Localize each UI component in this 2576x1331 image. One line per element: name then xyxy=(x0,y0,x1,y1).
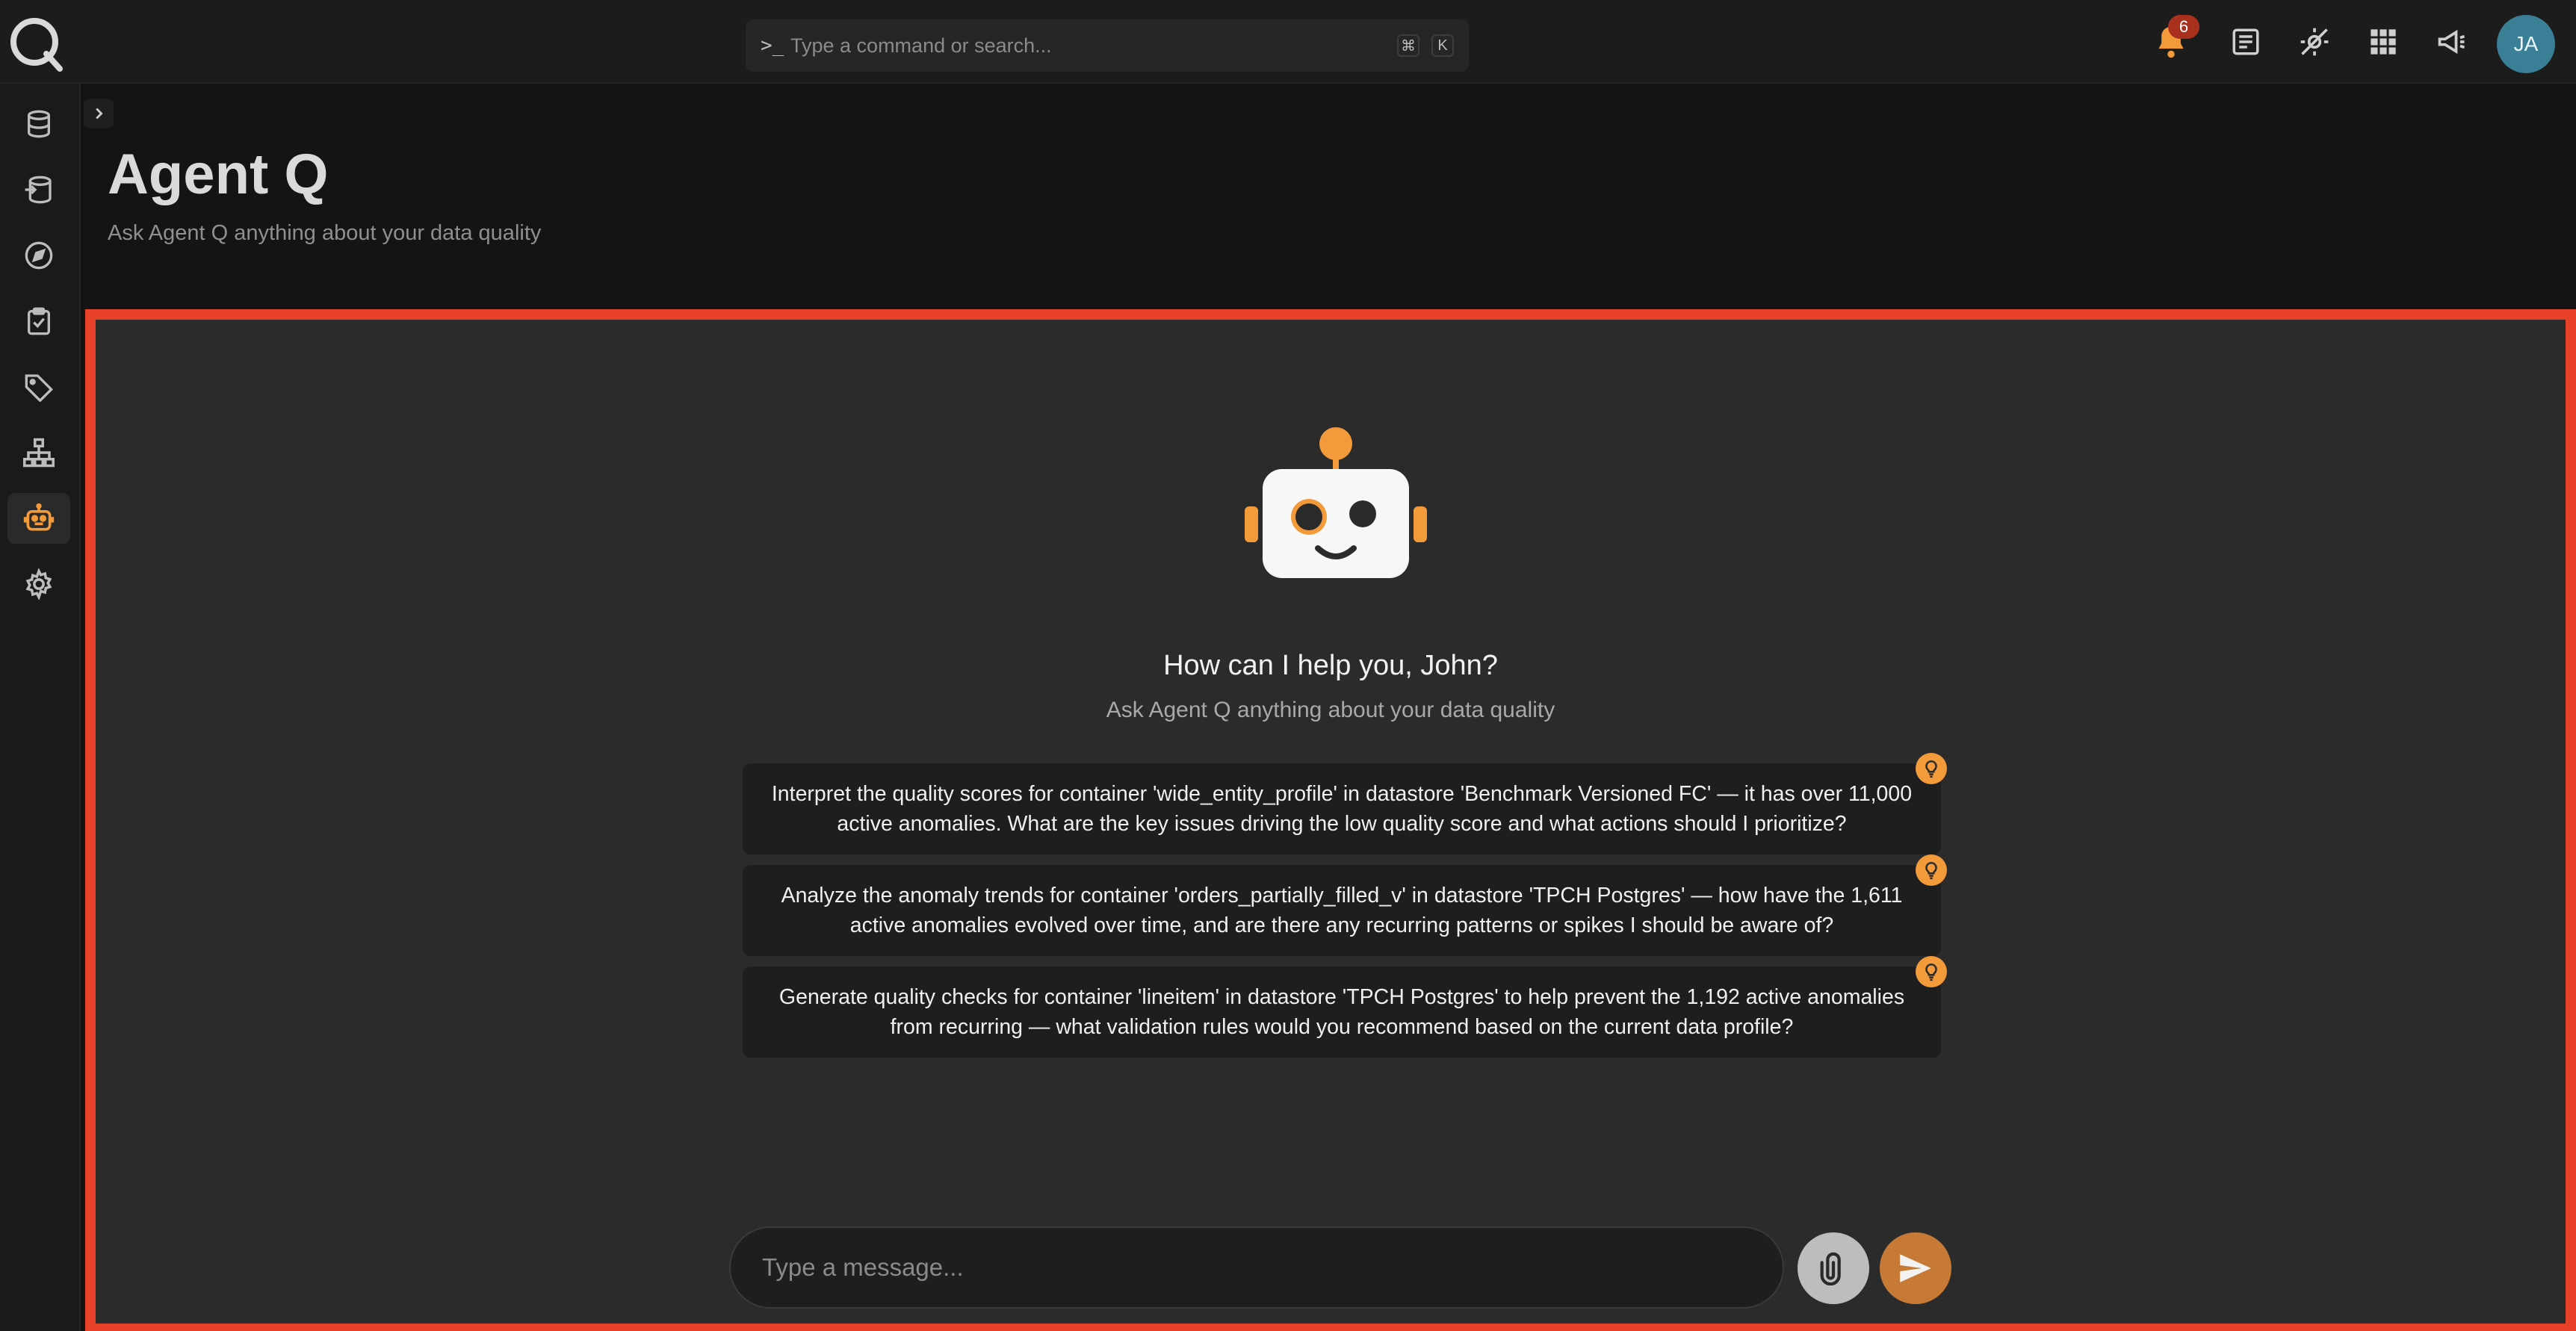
tag-icon xyxy=(25,374,54,402)
app-logo[interactable] xyxy=(7,15,64,72)
top-bar: >_ Type a command or search... ⌘ K 6 JA xyxy=(0,0,2576,84)
database-flow-icon xyxy=(25,176,52,204)
announcements-button[interactable] xyxy=(2431,21,2473,63)
hierarchy-icon xyxy=(23,438,55,468)
message-composer xyxy=(729,1226,1784,1309)
greeting-subtitle: Ask Agent Q anything about your data qua… xyxy=(1106,698,1555,722)
suggestion-card-3[interactable]: Generate quality checks for container 'l… xyxy=(743,956,1947,1058)
sun-off-icon xyxy=(2300,28,2329,56)
grid-icon xyxy=(2371,29,2396,55)
lightbulb-icon xyxy=(1916,956,1947,987)
suggestion-text-1: Interpret the quality scores for contain… xyxy=(771,782,1913,836)
user-avatar[interactable]: JA xyxy=(2497,15,2555,73)
greeting-heading: How can I help you, John? xyxy=(1163,650,1498,681)
lightbulb-icon xyxy=(1916,854,1947,886)
sidebar-item-agent-q[interactable] xyxy=(7,493,70,544)
search-placeholder: Type a command or search... xyxy=(790,34,1052,57)
sidebar-item-enrichment[interactable] xyxy=(7,164,70,215)
lightbulb-icon xyxy=(1916,753,1947,784)
expand-sidebar-button[interactable] xyxy=(84,99,114,128)
suggestion-text-2: Analyze the anomaly trends for container… xyxy=(781,884,1903,937)
suggestion-card-1[interactable]: Interpret the quality scores for contain… xyxy=(743,753,1947,854)
megaphone-icon xyxy=(2438,29,2465,55)
database-icon xyxy=(28,110,50,138)
page-subtitle: Ask Agent Q anything about your data qua… xyxy=(108,221,542,245)
sidebar-item-datastores[interactable] xyxy=(7,99,70,149)
chevron-right-icon xyxy=(96,108,103,120)
suggestion-text-3: Generate quality checks for container 'l… xyxy=(778,985,1905,1039)
document-icon xyxy=(2232,28,2259,55)
docs-button[interactable] xyxy=(2225,21,2267,63)
terminal-icon: >_ xyxy=(761,34,784,57)
send-message-button[interactable] xyxy=(1880,1232,1951,1304)
robot-icon xyxy=(23,503,55,531)
sidebar xyxy=(0,84,81,1331)
notification-badge: 6 xyxy=(2168,15,2199,39)
theme-toggle-button[interactable] xyxy=(2294,21,2335,63)
compass-icon xyxy=(25,241,53,270)
attach-file-button[interactable] xyxy=(1798,1232,1869,1304)
paperclip-icon xyxy=(1820,1252,1841,1285)
shortcut-key-cmd: ⌘ xyxy=(1397,34,1419,57)
page-title: Agent Q xyxy=(108,143,329,206)
chat-panel: How can I help you, John? Ask Agent Q an… xyxy=(85,309,2576,1331)
command-search-bar[interactable]: >_ Type a command or search... ⌘ K xyxy=(746,19,1469,72)
sidebar-item-settings[interactable] xyxy=(7,559,70,609)
sidebar-item-explore[interactable] xyxy=(7,230,70,281)
sidebar-item-hierarchy[interactable] xyxy=(7,427,70,478)
apps-button[interactable] xyxy=(2362,21,2404,63)
suggestion-card-2[interactable]: Analyze the anomaly trends for container… xyxy=(743,854,1947,956)
send-icon xyxy=(1900,1254,1931,1282)
gear-icon xyxy=(25,568,52,600)
clipboard-check-icon xyxy=(28,307,50,335)
sidebar-item-checks[interactable] xyxy=(7,296,70,347)
agent-q-robot-icon xyxy=(1245,427,1427,578)
shortcut-key-k: K xyxy=(1431,34,1454,57)
sidebar-item-tags[interactable] xyxy=(7,362,70,412)
message-input[interactable] xyxy=(762,1253,1783,1282)
